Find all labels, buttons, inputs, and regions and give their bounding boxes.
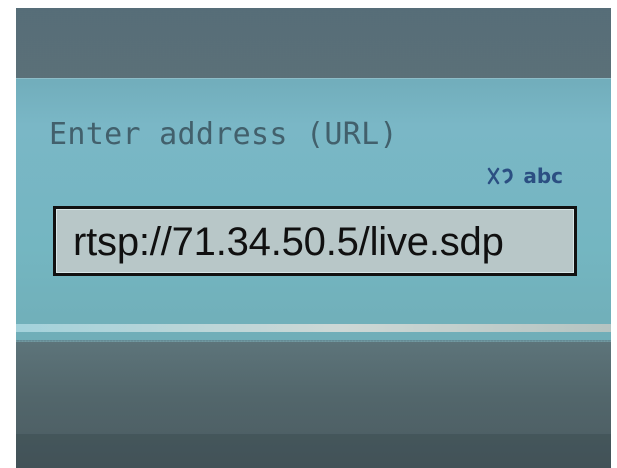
status-area [16,8,611,78]
url-input-value[interactable]: rtsp://71.34.50.5/live.sdp [73,220,504,265]
input-mode-label: abc [523,164,563,188]
input-mode-indicator: abc [487,166,563,186]
dialog-separator [16,324,611,332]
top-border [0,0,617,8]
url-input-field[interactable]: rtsp://71.34.50.5/live.sdp [53,206,577,276]
phone-screen: Enter address (URL) abc rtsp://71.34.50.… [0,0,617,468]
lcd-display: Enter address (URL) abc rtsp://71.34.50.… [16,8,611,468]
url-entry-dialog: Enter address (URL) abc rtsp://71.34.50.… [16,78,611,340]
text-input-mode-icon [488,167,513,185]
address-prompt: Enter address (URL) [49,117,398,152]
left-border [0,0,16,468]
right-border [611,0,617,468]
bottom-shadow [16,434,611,468]
